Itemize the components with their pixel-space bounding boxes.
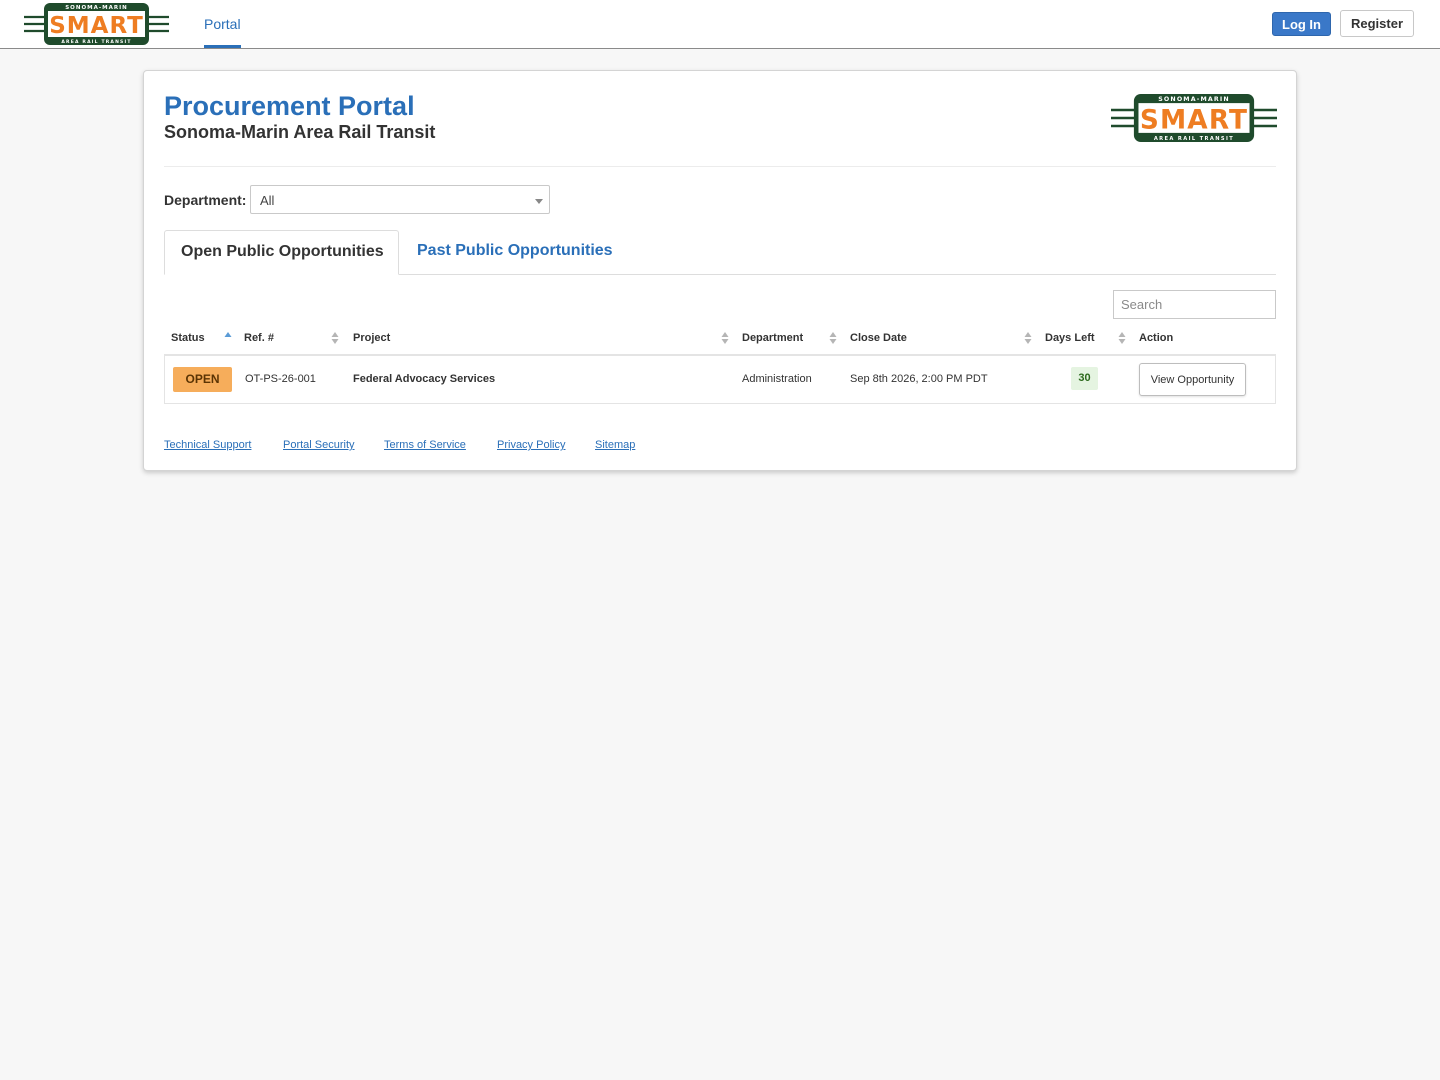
column-header-ref[interactable]: Ref. #	[244, 332, 274, 344]
svg-text:AREA RAIL TRANSIT: AREA RAIL TRANSIT	[61, 39, 131, 45]
close-date: Sep 8th 2026, 2:00 PM PDT	[850, 373, 988, 385]
search-input[interactable]	[1113, 290, 1276, 319]
nav-portal-label: Portal	[204, 16, 241, 32]
department-selected-value: All	[260, 193, 275, 208]
active-nav-indicator	[204, 45, 241, 48]
chevron-down-icon	[535, 199, 543, 204]
svg-text:SMART: SMART	[1140, 105, 1248, 135]
sort-icon[interactable]	[1024, 330, 1032, 346]
nav-portal-link[interactable]: Portal	[204, 0, 241, 48]
register-button[interactable]: Register	[1340, 10, 1414, 37]
department-select[interactable]: All	[250, 185, 550, 214]
title-divider	[164, 166, 1276, 167]
top-navbar: SONOMA-MARIN SMART AREA RAIL TRANSIT Por…	[0, 0, 1440, 49]
view-opportunity-button[interactable]: View Opportunity	[1139, 363, 1246, 396]
department-label: Department:	[164, 192, 247, 208]
svg-text:SMART: SMART	[49, 13, 144, 39]
sort-icon[interactable]	[331, 330, 339, 346]
page-subtitle: Sonoma-Marin Area Rail Transit	[164, 122, 436, 142]
department-name: Administration	[742, 373, 812, 385]
column-header-action: Action	[1139, 332, 1174, 344]
svg-text:SONOMA-MARIN: SONOMA-MARIN	[65, 5, 128, 11]
column-header-project[interactable]: Project	[353, 332, 390, 344]
login-button[interactable]: Log In	[1272, 12, 1331, 36]
svg-text:SONOMA-MARIN: SONOMA-MARIN	[1158, 96, 1229, 103]
column-header-department[interactable]: Department	[742, 332, 803, 344]
tab-open-opportunities[interactable]: Open Public Opportunities	[164, 230, 399, 275]
svg-text:AREA RAIL TRANSIT: AREA RAIL TRANSIT	[1154, 136, 1234, 142]
column-header-status[interactable]: Status	[171, 332, 205, 344]
column-header-days-left[interactable]: Days Left	[1045, 332, 1095, 344]
page-title: Procurement Portal	[164, 91, 415, 121]
ref-number: OT-PS-26-001	[245, 373, 316, 385]
sort-icon[interactable]	[1118, 330, 1126, 346]
tab-past-opportunities[interactable]: Past Public Opportunities	[417, 230, 613, 275]
footer-link-technical-support[interactable]: Technical Support	[164, 439, 251, 451]
project-name: Federal Advocacy Services	[353, 373, 496, 385]
smart-logo-large: SONOMA-MARIN SMART AREA RAIL TRANSIT	[1111, 93, 1277, 143]
sort-icon[interactable]	[721, 330, 729, 346]
smart-logo[interactable]: SONOMA-MARIN SMART AREA RAIL TRANSIT	[24, 2, 169, 46]
days-left-badge: 30	[1071, 367, 1098, 390]
status-badge: OPEN	[173, 367, 232, 392]
sort-icon[interactable]	[829, 330, 837, 346]
footer-link-sitemap[interactable]: Sitemap	[595, 439, 635, 451]
column-header-close-date[interactable]: Close Date	[850, 332, 907, 344]
procurement-card: Procurement Portal Sonoma-Marin Area Rai…	[143, 70, 1297, 471]
footer-link-portal-security[interactable]: Portal Security	[283, 439, 355, 451]
footer-link-privacy-policy[interactable]: Privacy Policy	[497, 439, 565, 451]
table-row: OPEN OT-PS-26-001 Federal Advocacy Servi…	[164, 356, 1276, 404]
sort-ascending-icon[interactable]	[224, 330, 232, 346]
footer-link-terms-of-service[interactable]: Terms of Service	[384, 439, 466, 451]
